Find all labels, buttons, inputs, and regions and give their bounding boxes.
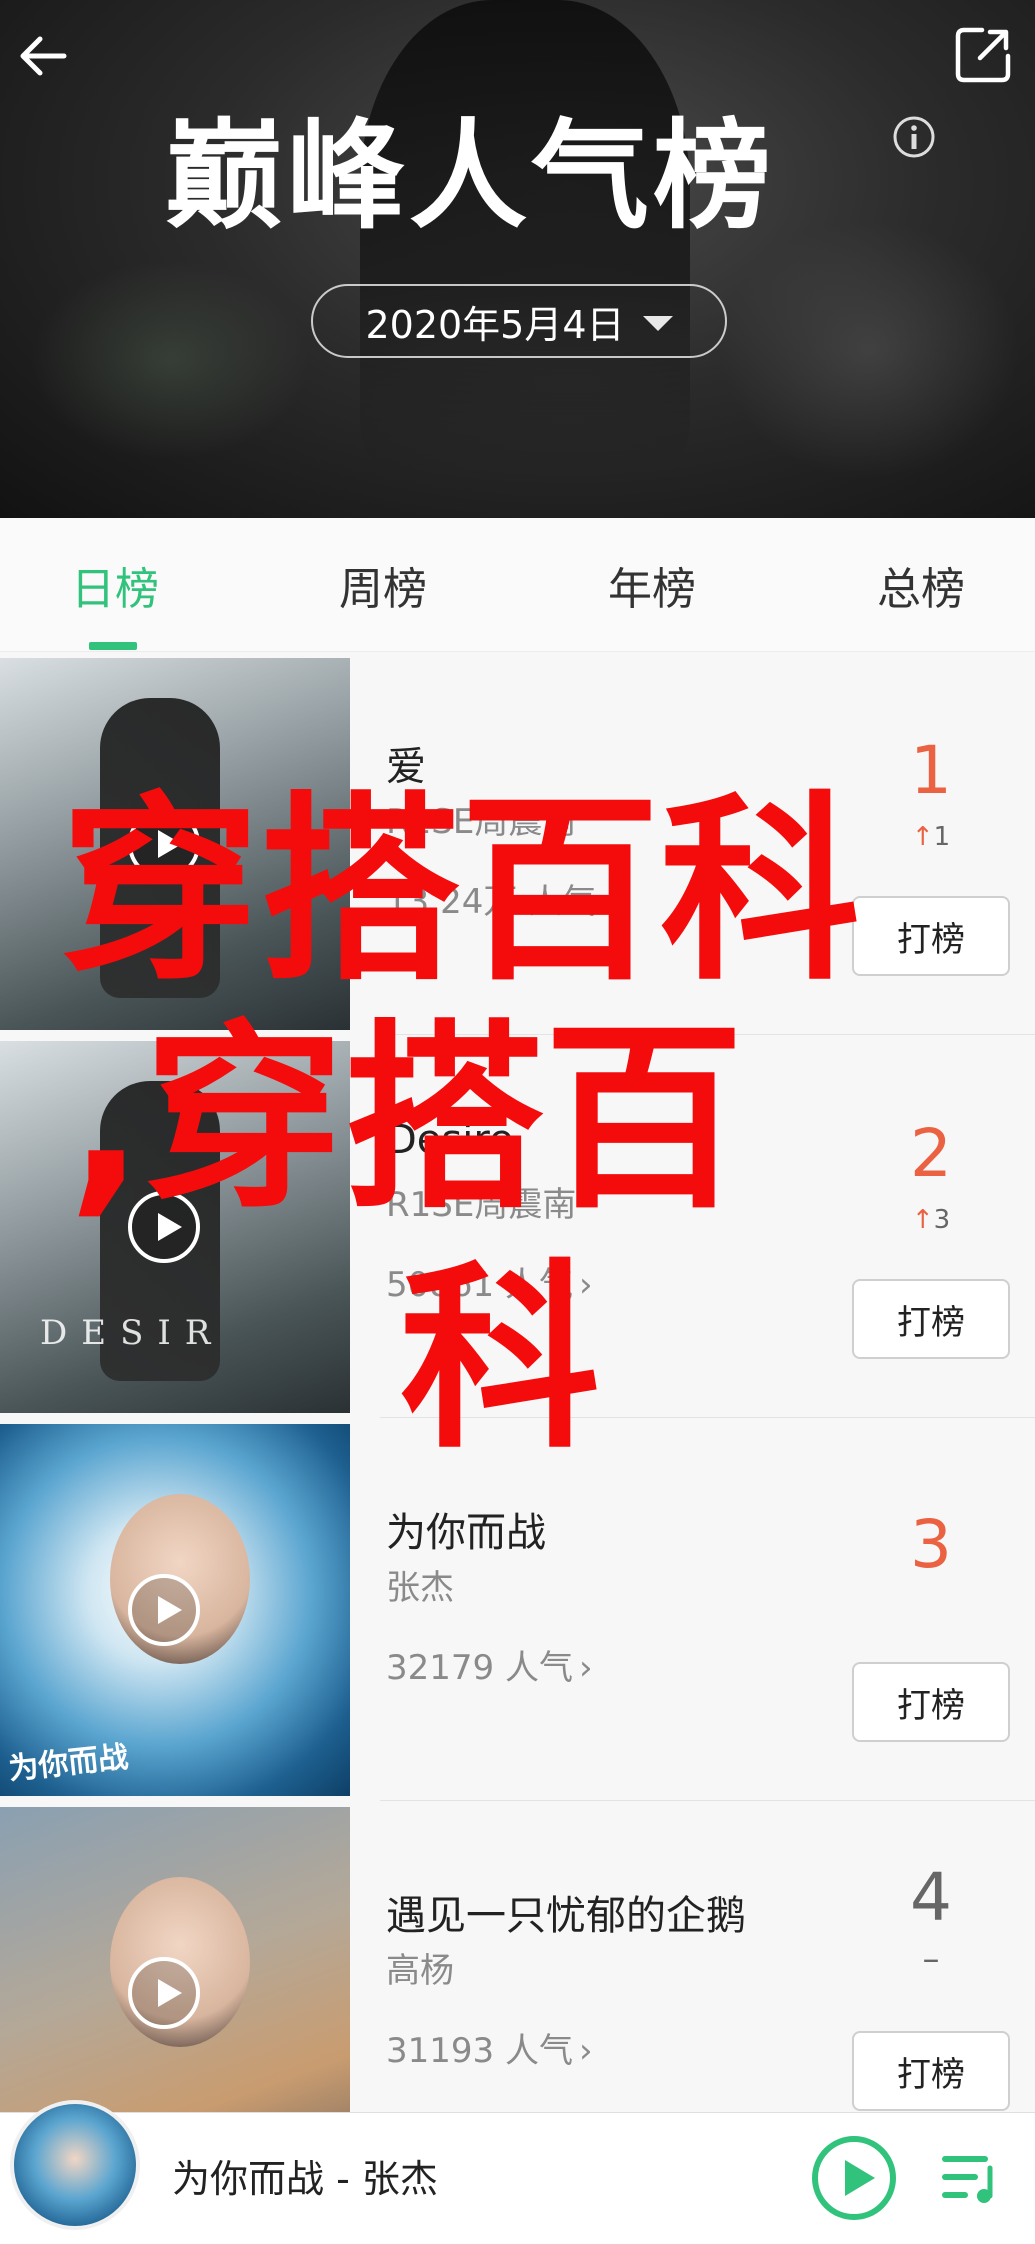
popularity-count: 31193 人气 — [386, 2031, 573, 2071]
arrow-up-icon: ↑ — [911, 822, 934, 852]
artist-name[interactable]: 高杨 — [386, 1943, 454, 1992]
rank-change: – — [922, 1939, 940, 1979]
album-cover[interactable]: DESIR — [0, 1041, 350, 1413]
header-background-foliage — [720, 220, 1020, 480]
date-label: 2020年5月4日 — [365, 302, 625, 347]
chart-tabs: 日榜 周榜 年榜 总榜 — [0, 518, 1035, 652]
arrow-up-icon: ↑ — [911, 1205, 934, 1235]
song-title: 为你而战 — [386, 1510, 546, 1556]
artist-name[interactable]: R1SE周震南 — [386, 1177, 576, 1226]
popularity-count: 32179 人气 — [386, 1648, 573, 1688]
cover-text: 为你而战 — [6, 1739, 130, 1788]
cover-text: DESIR — [40, 1313, 225, 1353]
popularity-link[interactable]: 32179 人气 › — [386, 1640, 593, 1689]
rank-number: 1 — [910, 732, 952, 809]
chevron-right-icon: › — [578, 1648, 593, 1688]
play-button[interactable] — [812, 2136, 896, 2220]
tab-weekly[interactable]: 周榜 — [268, 518, 498, 652]
artist-name[interactable]: R1SE周震南 — [386, 794, 576, 843]
popularity-link[interactable]: 13.24万 人气 › — [386, 874, 616, 923]
active-tab-indicator — [89, 642, 137, 650]
list-item[interactable]: DESIR Desire R1SE周震南 50861 人气 › 2 ↑3 打榜 — [0, 1035, 1035, 1418]
play-icon[interactable] — [128, 808, 200, 880]
play-icon[interactable] — [128, 1191, 200, 1263]
playlist-icon[interactable] — [938, 2148, 1002, 2208]
tab-yearly[interactable]: 年榜 — [537, 518, 767, 652]
date-selector[interactable]: 2020年5月4日 — [311, 284, 727, 358]
caret-down-icon — [642, 315, 673, 331]
vote-button[interactable]: 打榜 — [852, 896, 1010, 976]
share-icon[interactable] — [952, 24, 1014, 86]
artist-name[interactable]: 张杰 — [386, 1560, 454, 1609]
header-banner: 巅峰人气榜 2020年5月4日 — [0, 0, 1035, 518]
rank-change: ↑1 — [911, 822, 951, 852]
info-icon[interactable] — [892, 115, 936, 159]
now-playing-cover[interactable] — [10, 2100, 140, 2230]
song-title: 遇见一只忧郁的企鹅 — [386, 1893, 746, 1939]
vote-button[interactable]: 打榜 — [852, 1662, 1010, 1742]
rank-number: 3 — [910, 1506, 952, 1583]
list-item[interactable]: 爱 R1SE周震南 13.24万 人气 › 1 ↑1 打榜 — [0, 652, 1035, 1035]
vote-button[interactable]: 打榜 — [852, 2031, 1010, 2111]
popularity-count: 50861 人气 — [386, 1265, 573, 1305]
tab-all-time[interactable]: 总榜 — [806, 518, 1035, 652]
rank-change: ↑3 — [911, 1205, 951, 1235]
back-arrow-icon[interactable] — [14, 26, 74, 86]
rank-number: 4 — [910, 1859, 952, 1936]
play-icon[interactable] — [128, 1574, 200, 1646]
album-cover[interactable] — [0, 658, 350, 1030]
album-cover[interactable]: 为你而战 — [0, 1424, 350, 1796]
page-title: 巅峰人气榜 — [165, 107, 776, 245]
list-item[interactable]: 为你而战 为你而战 张杰 32179 人气 › 3 打榜 — [0, 1418, 1035, 1801]
rank-number: 2 — [910, 1115, 952, 1192]
play-icon[interactable] — [128, 1957, 200, 2029]
now-playing-title[interactable]: 为你而战 - 张杰 — [172, 2148, 438, 2203]
popularity-link[interactable]: 31193 人气 › — [386, 2023, 593, 2072]
song-title: 爱 — [386, 744, 426, 790]
vote-button[interactable]: 打榜 — [852, 1279, 1010, 1359]
song-title: Desire — [386, 1117, 514, 1163]
chevron-right-icon: › — [578, 2031, 593, 2071]
popularity-link[interactable]: 50861 人气 › — [386, 1257, 593, 1306]
chevron-right-icon: › — [578, 1265, 593, 1305]
song-list: 爱 R1SE周震南 13.24万 人气 › 1 ↑1 打榜 DESIR Desir… — [0, 652, 1035, 2179]
header-background-foliage — [30, 260, 310, 460]
popularity-count: 13.24万 人气 — [386, 882, 597, 922]
chevron-right-icon: › — [602, 882, 616, 922]
tab-daily[interactable]: 日榜 — [0, 518, 230, 652]
